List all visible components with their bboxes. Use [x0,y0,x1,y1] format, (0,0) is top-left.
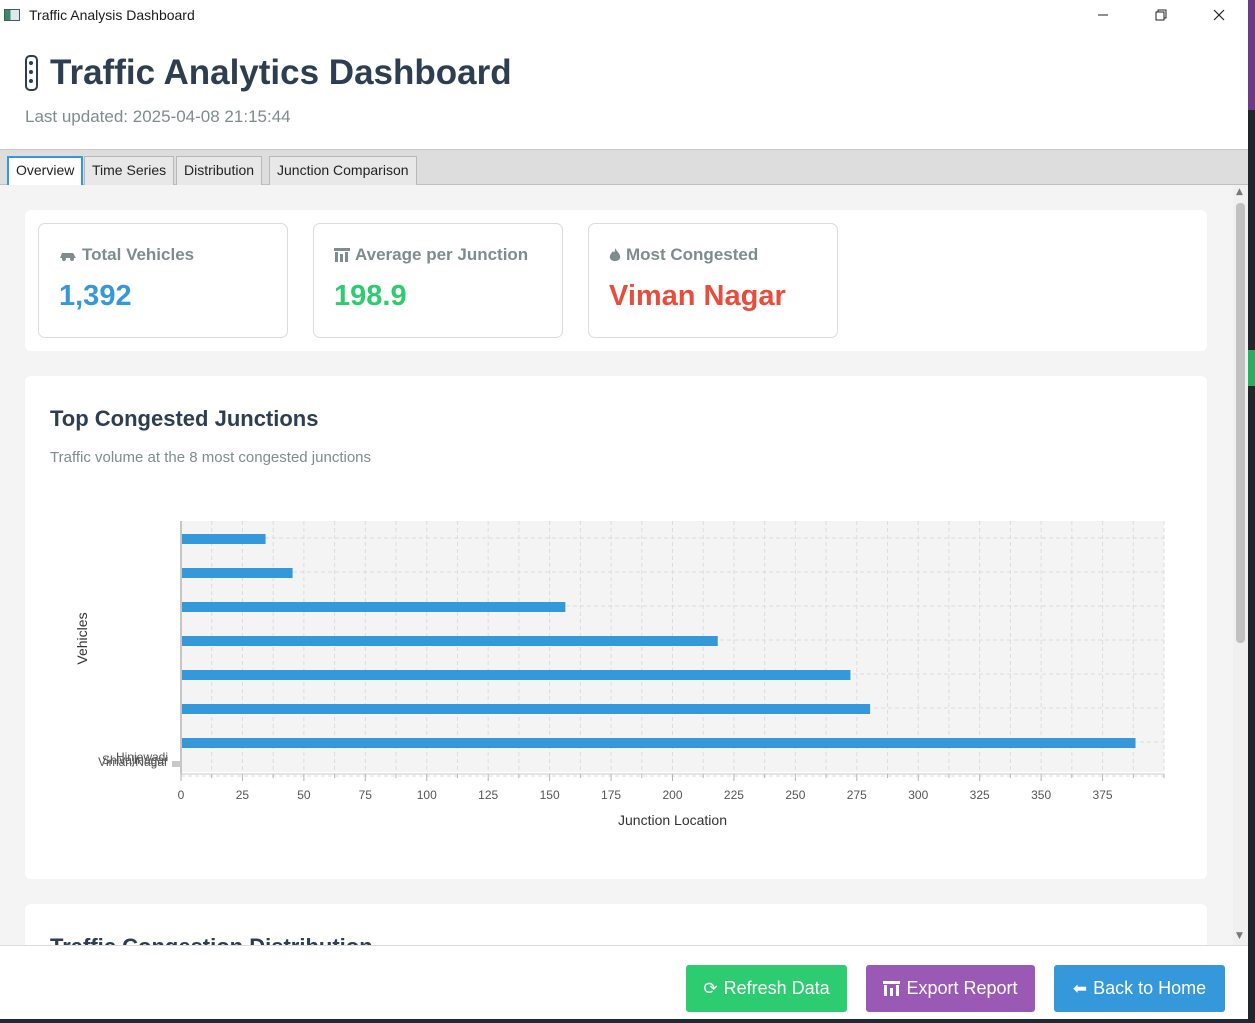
x-tick-label: 300 [908,788,928,802]
restore-button[interactable] [1132,0,1190,29]
x-tick-label: 325 [970,788,990,802]
chart-bar [182,602,566,612]
x-tick-label: 250 [785,788,805,802]
stat-card-average: Average per Junction 198.9 [313,223,563,338]
x-tick-label: 125 [478,788,498,802]
close-button[interactable] [1190,0,1248,29]
last-updated: Last updated: 2025-04-08 21:15:44 [25,107,291,126]
restore-icon [1155,9,1167,20]
x-tick-label: 75 [359,788,373,802]
distribution-panel: Traffic Congestion Distribution [25,904,1207,945]
tab-time-series[interactable]: Time Series [84,156,175,185]
footer-bar: ⟳ Refresh Data Export Report ⬅ Back to H… [0,945,1248,1019]
scroll-down-icon[interactable]: ▼ [1236,931,1243,941]
stat-label: Most Congested [626,245,759,264]
stat-card-total-vehicles: Total Vehicles 1,392 [38,223,288,338]
x-tick-label: 225 [724,788,744,802]
x-tick-label: 150 [540,788,560,802]
page-title: Traffic Analytics Dashboard [25,53,512,93]
x-tick-label: 100 [417,788,437,802]
y-tick-marker [172,761,180,767]
dashboard-header: Traffic Analytics Dashboard Last updated… [0,29,1248,149]
fire-icon [609,247,621,261]
back-to-home-button[interactable]: ⬅ Back to Home [1054,965,1225,1012]
close-icon [1213,9,1225,20]
title-bar: Traffic Analysis Dashboard [0,0,1248,29]
chart-bar [182,534,266,544]
refresh-icon: ⟳ [703,978,718,998]
overview-content[interactable]: Total Vehicles 1,392 Average per Junctio… [0,185,1233,945]
x-tick-label: 200 [662,788,682,802]
chart-bar [182,704,871,714]
stat-card-most-congested: Most Congested Viman Nagar [588,223,838,338]
stats-panel: Total Vehicles 1,392 Average per Junctio… [25,210,1207,351]
x-tick-label: 275 [847,788,867,802]
scroll-thumb[interactable] [1236,203,1245,643]
app-icon [4,8,20,21]
chart-icon [883,981,901,996]
chart-bar [182,738,1136,748]
stat-value: 1,392 [59,280,132,312]
app-window: Traffic Analysis Dashboard Traffic Analy… [0,0,1248,1019]
refresh-data-button[interactable]: ⟳ Refresh Data [686,965,847,1012]
export-report-button[interactable]: Export Report [866,965,1035,1012]
chart-bar [182,636,718,646]
y-category-label: Viman Nagar [98,755,168,769]
background-window-edge [1248,0,1255,1023]
stat-label: Average per Junction [355,245,529,264]
x-tick-label: 0 [178,788,185,802]
page-title-text: Traffic Analytics Dashboard [50,53,512,92]
y-axis-title: Vehicles [74,612,90,664]
tab-bar: Overview Time Series Distribution Juncti… [0,149,1248,186]
bar-chart: 0 25 50 75 100 125 150 175 200 225 250 275 300 325 350… [74,521,1165,828]
stat-value: 198.9 [334,280,407,312]
tab-distribution[interactable]: Distribution [176,156,263,185]
vertical-scrollbar[interactable]: ▲ ▼ [1233,185,1248,945]
chart-bar [182,670,851,680]
window-controls [1074,0,1248,29]
x-tick-label: 175 [601,788,621,802]
stat-label: Total Vehicles [82,245,195,264]
minimize-button[interactable] [1074,0,1132,29]
arrow-left-icon: ⬅ [1072,978,1088,998]
chart-icon [334,248,350,262]
chart-panel: Top Congested Junctions Traffic volume a… [25,376,1207,879]
x-tick-label: 375 [1093,788,1113,802]
window-title: Traffic Analysis Dashboard [29,6,195,23]
x-tick-label: 350 [1031,788,1051,802]
x-axis-title: Junction Location [618,812,727,828]
x-tick-label: 50 [297,788,311,802]
chart-bar [182,568,293,578]
distribution-title: Traffic Congestion Distribution [50,934,373,945]
car-icon [60,252,76,261]
stat-value: Viman Nagar [609,280,786,312]
scroll-up-icon[interactable]: ▲ [1236,187,1243,197]
tab-overview[interactable]: Overview [7,156,84,186]
x-tick-label: 25 [236,788,250,802]
tab-junction-comparison[interactable]: Junction Comparison [269,156,417,185]
minimize-icon [1098,14,1108,15]
traffic-light-icon [25,55,38,91]
